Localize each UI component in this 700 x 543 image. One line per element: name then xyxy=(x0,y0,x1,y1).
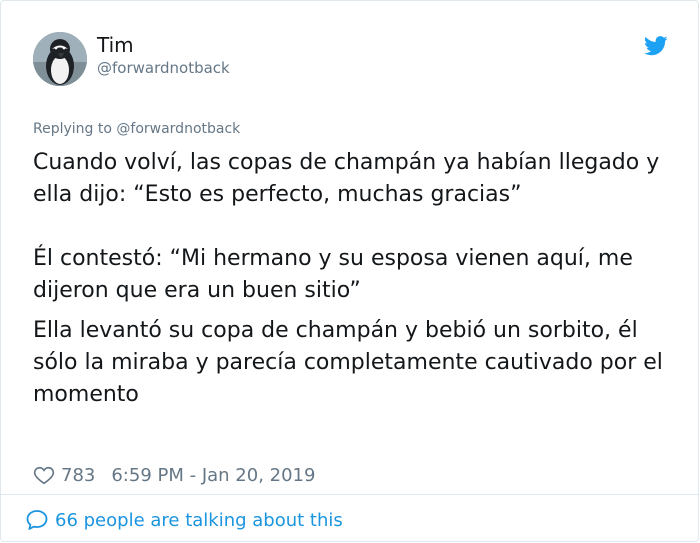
tweet-meta: 783 6:59 PM - Jan 20, 2019 xyxy=(33,462,315,488)
like-count: 783 xyxy=(61,464,96,486)
replying-to: Replying to @forwardnotback xyxy=(33,121,240,137)
tweet-card: Tim @forwardnotback Replying to @forward… xyxy=(0,0,699,542)
tweet-paragraph-3: Ella levantó su copa de champán y bebió … xyxy=(33,318,663,407)
replying-prefix: Replying to xyxy=(33,121,112,137)
tweet-body: Cuando volví, las copas de champán ya ha… xyxy=(33,147,673,411)
twitter-bird-icon[interactable] xyxy=(644,36,668,56)
timestamp-link[interactable]: 6:59 PM - Jan 20, 2019 xyxy=(111,465,315,486)
tweet-paragraph-1: Cuando volví, las copas de champán ya ha… xyxy=(33,150,660,207)
speech-bubble-icon xyxy=(26,510,48,530)
replying-handle-link[interactable]: @forwardnotback xyxy=(116,121,240,137)
user-handle[interactable]: @forwardnotback xyxy=(97,59,230,77)
tweet-header: Tim @forwardnotback xyxy=(33,32,668,88)
divider xyxy=(1,494,698,495)
avatar[interactable] xyxy=(33,32,87,86)
heart-icon[interactable] xyxy=(33,464,55,486)
conversation-link[interactable]: 66 people are talking about this xyxy=(25,506,343,534)
user-name[interactable]: Tim xyxy=(97,33,134,57)
penguin-avatar-icon xyxy=(33,32,87,86)
talking-label: 66 people are talking about this xyxy=(55,509,343,531)
tweet-paragraph-2: Él contestó: “Mi hermano y su esposa vie… xyxy=(33,246,633,303)
